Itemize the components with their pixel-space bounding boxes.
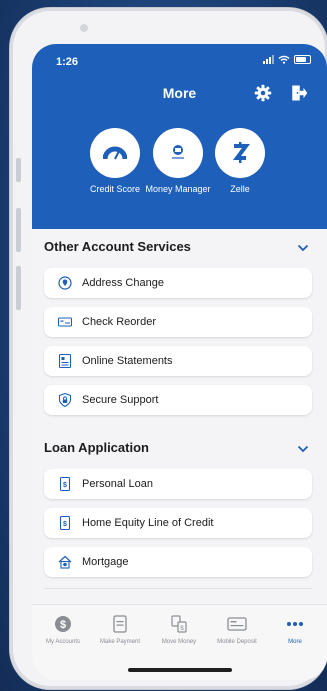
tab-icon [90,615,150,633]
item-label: Personal Loan [82,478,153,490]
lock-icon [58,393,72,407]
tab-move-money[interactable]: $ Move Money [149,615,209,645]
signal-icon [263,55,274,64]
tab-icon [207,615,267,633]
item-label: Check Reorder [82,316,156,328]
credit-score-circle [90,128,140,178]
section-title-loan-application: Loan Application [44,440,149,455]
app-screen: 1:26 More Credit Score Money Manager Zel… [32,44,327,680]
tab-label: More [288,639,302,645]
item-label: Secure Support [82,394,159,406]
gauge-icon [103,146,127,160]
location-pin-icon [58,276,72,290]
chevron-down-icon[interactable] [297,244,309,252]
list-item-check-reorder[interactable]: Check Reorder [44,307,312,337]
home-indicator [128,668,232,672]
quick-action-money-manager[interactable]: Money Manager [145,128,211,195]
item-label: Mortgage [82,556,129,568]
tab-make-payment[interactable]: Make Payment [90,615,150,645]
tab-my-accounts[interactable]: $ My Accounts [33,615,93,645]
list-item-online-statements[interactable]: Online Statements [44,346,312,376]
tab-label: Mobile Deposit [217,639,257,645]
tab-icon: $ [33,615,93,633]
quick-action-credit-score[interactable]: Credit Score [82,128,148,195]
settings-gear-icon[interactable] [254,84,272,102]
app-header: 1:26 More Credit Score Money Manager Zel… [32,44,327,229]
list-item-home-equity[interactable]: $ Home Equity Line of Credit [44,508,312,538]
phone-frame: 1:26 More Credit Score Money Manager Zel… [10,8,327,689]
check-icon [58,317,72,327]
money-manager-icon [172,145,184,159]
quick-action-label: Money Manager [145,184,211,194]
document-icon: $ [59,477,71,491]
chevron-down-icon[interactable] [297,445,309,453]
money-manager-circle [153,128,203,178]
divider [44,588,312,589]
document-icon: $ [59,516,71,530]
svg-text:$: $ [63,482,67,489]
list-item-mortgage[interactable]: Mortgage [44,547,312,577]
zelle-icon [233,142,250,163]
more-dots-icon [287,622,303,626]
mute-switch [16,158,21,182]
battery-icon [294,55,311,64]
tab-label: Make Payment [99,639,141,645]
wifi-icon [278,55,290,64]
front-camera [80,24,88,32]
logout-icon[interactable] [290,84,308,102]
item-label: Address Change [82,277,164,289]
zelle-circle [215,128,265,178]
list-item-address-change[interactable]: Address Change [44,268,312,298]
item-label: Home Equity Line of Credit [82,517,214,529]
svg-text:$: $ [60,619,66,631]
quick-action-label: Zelle [230,184,250,194]
volume-down-button [16,266,21,310]
services-list: Other Account Services Address Change Ch… [32,229,327,604]
payment-icon [113,615,127,633]
bottom-tab-bar: $ My Accounts Make Payment $ Move Money … [32,604,327,680]
section-title-other-services: Other Account Services [44,239,191,254]
tab-icon: $ [149,615,209,633]
tab-more[interactable]: More [265,615,325,645]
list-item-personal-loan[interactable]: $ Personal Loan [44,469,312,499]
transfer-icon: $ [171,615,187,633]
tab-label: My Accounts [45,639,80,645]
status-time: 1:26 [56,56,79,68]
quick-action-zelle[interactable]: Zelle [207,128,273,195]
deposit-icon [227,617,247,631]
list-item-secure-support[interactable]: Secure Support [44,385,312,415]
dollar-icon: $ [55,616,71,632]
tab-label: Move Money [161,639,197,645]
tab-mobile-deposit[interactable]: Mobile Deposit [207,615,267,645]
svg-text:$: $ [63,521,67,528]
volume-up-button [16,208,21,252]
tab-icon [265,615,325,633]
page-title: More [162,85,197,101]
statement-icon [58,354,72,368]
quick-action-label: Credit Score [89,184,141,194]
status-icons [263,55,311,64]
house-icon [58,555,72,569]
item-label: Online Statements [82,355,173,367]
